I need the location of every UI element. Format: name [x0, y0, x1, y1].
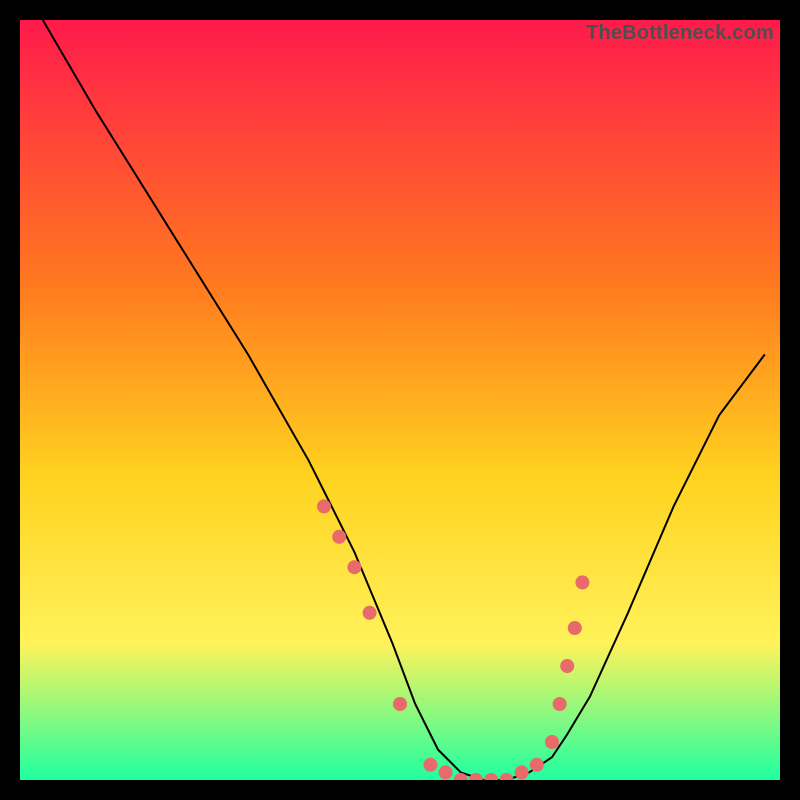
- chart-svg: [20, 20, 780, 780]
- marker-dot: [347, 560, 361, 574]
- marker-dot: [439, 765, 453, 779]
- marker-dot: [515, 765, 529, 779]
- marker-dot: [553, 697, 567, 711]
- marker-dot: [560, 659, 574, 673]
- marker-dot: [568, 621, 582, 635]
- marker-dot: [423, 758, 437, 772]
- marker-dot: [332, 530, 346, 544]
- marker-dot: [545, 735, 559, 749]
- chart-frame: TheBottleneck.com: [20, 20, 780, 780]
- watermark-label: TheBottleneck.com: [586, 22, 774, 45]
- marker-dot: [363, 606, 377, 620]
- marker-dot: [393, 697, 407, 711]
- marker-dot: [575, 575, 589, 589]
- marker-dot: [317, 499, 331, 513]
- marker-dot: [530, 758, 544, 772]
